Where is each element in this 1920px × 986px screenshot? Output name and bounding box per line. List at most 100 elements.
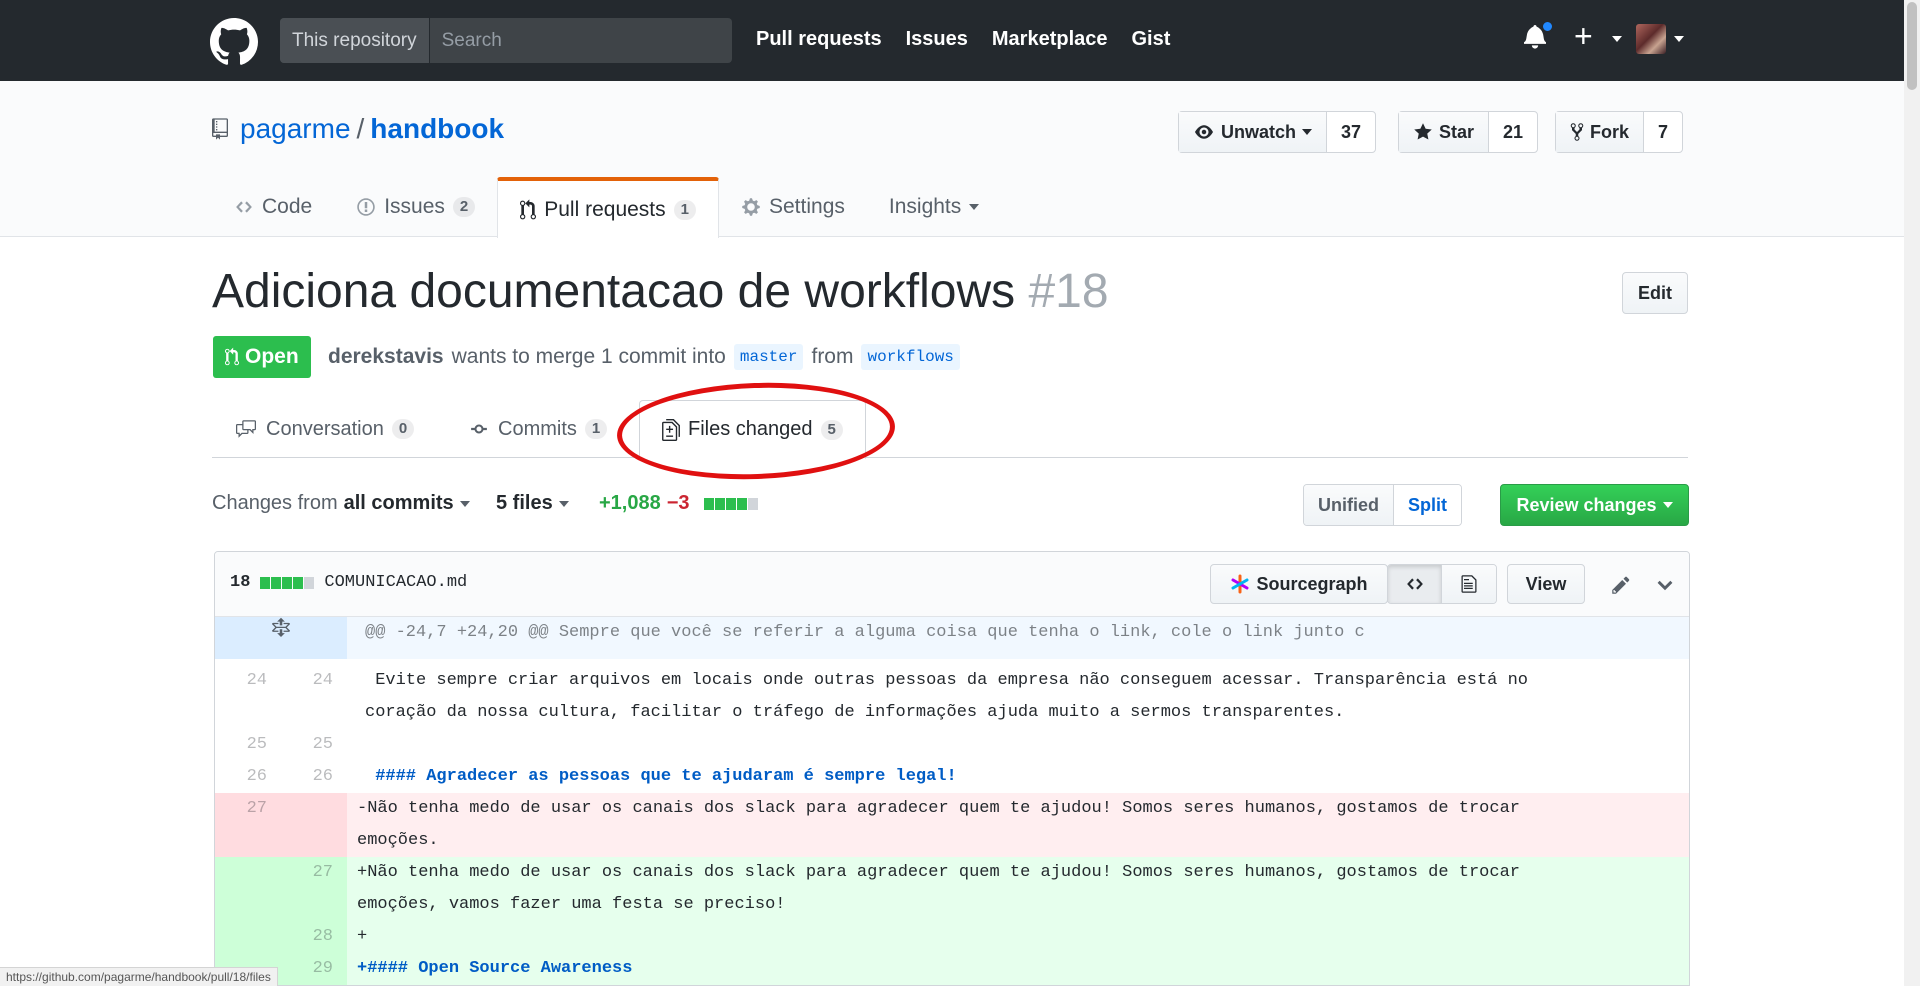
view-file-button[interactable]: View (1507, 564, 1585, 604)
diff-line-deletion: 27 -Não tenha medo de usar os canais dos… (215, 793, 1689, 857)
watch-count[interactable]: 37 (1327, 112, 1375, 152)
tab-code[interactable]: Code (212, 177, 334, 237)
line-content: +Não tenha medo de usar os canais dos sl… (347, 857, 1689, 921)
new-line-number[interactable]: 29 (281, 953, 347, 985)
github-logo-icon[interactable] (210, 18, 258, 66)
review-changes-label: Review changes (1516, 494, 1657, 515)
tab-files-changed[interactable]: Files changed 5 (639, 400, 866, 459)
new-line-number[interactable]: 24 (281, 659, 347, 729)
line-content: #### Agradecer as pessoas que te ajudara… (365, 767, 957, 786)
eye-icon (1195, 125, 1213, 139)
old-line-number[interactable]: 26 (215, 761, 281, 793)
base-branch[interactable]: master (733, 344, 804, 370)
old-line-number[interactable]: 25 (215, 729, 281, 761)
file-info: 18 COMUNICACAO.md (230, 573, 467, 592)
tab-settings[interactable]: Settings (719, 177, 867, 237)
unwatch-button[interactable]: Unwatch (1179, 112, 1328, 152)
file-icon (1461, 575, 1477, 593)
sourcegraph-icon (1231, 574, 1249, 594)
head-branch[interactable]: workflows (861, 344, 960, 370)
status-label: Open (245, 345, 299, 368)
review-changes-button[interactable]: Review changes (1500, 484, 1689, 526)
plus-icon[interactable]: + (1574, 20, 1593, 52)
new-line-number[interactable] (281, 793, 347, 857)
files-select[interactable]: 5 files (496, 492, 569, 515)
code-icon (1406, 578, 1423, 590)
star-icon (1414, 123, 1432, 140)
fork-icon (1570, 123, 1584, 141)
new-line-number[interactable]: 28 (281, 921, 347, 953)
search-scope-label[interactable]: This repository (280, 18, 430, 63)
diff-table: @@ -24,7 +24,20 @@ Sempre que você se re… (215, 617, 1689, 985)
unwatch-label: Unwatch (1221, 121, 1297, 142)
changes-from-label: Changes from (212, 492, 338, 514)
diff-line-addition: 29 +#### Open Source Awareness (215, 953, 1689, 985)
new-line-number[interactable]: 27 (281, 857, 347, 921)
file-header: 18 COMUNICACAO.md Sourcegraph View (215, 552, 1689, 617)
merge-summary: derekstavis wants to merge 1 commit into… (328, 344, 960, 370)
sourcegraph-button[interactable]: Sourcegraph (1210, 564, 1388, 604)
chevron-down-icon[interactable] (1612, 36, 1622, 42)
search-box: This repository (280, 18, 732, 63)
old-line-number[interactable]: 24 (215, 659, 281, 729)
repo-name-link[interactable]: handbook (370, 113, 504, 145)
repo-owner-link[interactable]: pagarme (240, 113, 351, 145)
tab-insights[interactable]: Insights (867, 177, 1001, 237)
nav-marketplace[interactable]: Marketplace (992, 28, 1108, 51)
pencil-icon[interactable] (1611, 575, 1631, 595)
tab-issues[interactable]: Issues 2 (334, 177, 497, 237)
git-commit-icon (471, 424, 487, 434)
unified-button[interactable]: Unified (1304, 485, 1393, 525)
file-name[interactable]: COMUNICACAO.md (324, 573, 467, 592)
chevron-down-icon (969, 204, 980, 210)
code-icon (236, 201, 252, 213)
gear-icon (742, 198, 760, 216)
old-line-number[interactable] (215, 857, 281, 921)
expand-button[interactable] (215, 617, 347, 659)
pull-requests-counter: 1 (673, 199, 696, 220)
line-content: -Não tenha medo de usar os canais dos sl… (347, 793, 1689, 857)
tab-commits[interactable]: Commits 1 (468, 400, 608, 458)
fork-count[interactable]: 7 (1644, 112, 1682, 152)
old-line-number[interactable]: 27 (215, 793, 281, 857)
issues-counter: 2 (452, 197, 476, 217)
star-button[interactable]: Star (1399, 112, 1490, 152)
nav-issues[interactable]: Issues (906, 28, 968, 51)
star-count[interactable]: 21 (1489, 112, 1537, 152)
tab-files-changed-label: Files changed (688, 418, 813, 440)
chevron-down-icon[interactable] (1657, 578, 1673, 592)
star-label: Star (1439, 121, 1475, 142)
status-badge: Open (213, 336, 311, 378)
page-scrollbar[interactable] (1904, 0, 1920, 986)
split-button[interactable]: Split (1393, 485, 1461, 525)
tab-conversation[interactable]: Conversation 0 (234, 400, 415, 458)
source-diff-button[interactable] (1388, 565, 1442, 603)
nav-gist[interactable]: Gist (1132, 28, 1171, 51)
search-input[interactable] (429, 18, 732, 63)
tab-issues-label: Issues (384, 195, 445, 218)
avatar[interactable] (1636, 24, 1666, 54)
file-diff-icon (662, 418, 680, 441)
author-link[interactable]: derekstavis (328, 345, 444, 369)
repo-separator: / (356, 113, 365, 144)
scrollbar-thumb[interactable] (1907, 2, 1917, 90)
rich-diff-button[interactable] (1442, 565, 1496, 603)
fork-button[interactable]: Fork (1556, 112, 1645, 152)
repo-icon (212, 118, 228, 140)
new-line-number[interactable]: 25 (281, 729, 347, 761)
tab-pull-requests[interactable]: Pull requests 1 (497, 177, 719, 238)
new-line-number[interactable]: 26 (281, 761, 347, 793)
line-content: Evite sempre criar arquivos em locais on… (365, 671, 1539, 722)
commit-range-select[interactable]: Changes from all commits (212, 492, 470, 515)
repo-nav: Code Issues 2 Pull requests 1 Settings I… (212, 177, 1001, 238)
tab-commits-label: Commits (498, 417, 577, 440)
files-changed-counter: 5 (820, 419, 843, 440)
chevron-down-icon[interactable] (1674, 36, 1684, 42)
diff-view-toggle: Unified Split (1303, 484, 1462, 526)
old-line-number[interactable] (215, 921, 281, 953)
edit-button[interactable]: Edit (1622, 272, 1688, 314)
nav-pull-requests[interactable]: Pull requests (756, 28, 882, 51)
file-diffstat (260, 576, 315, 589)
chevron-down-icon (1302, 129, 1313, 135)
line-content: +#### Open Source Awareness (347, 953, 1689, 985)
